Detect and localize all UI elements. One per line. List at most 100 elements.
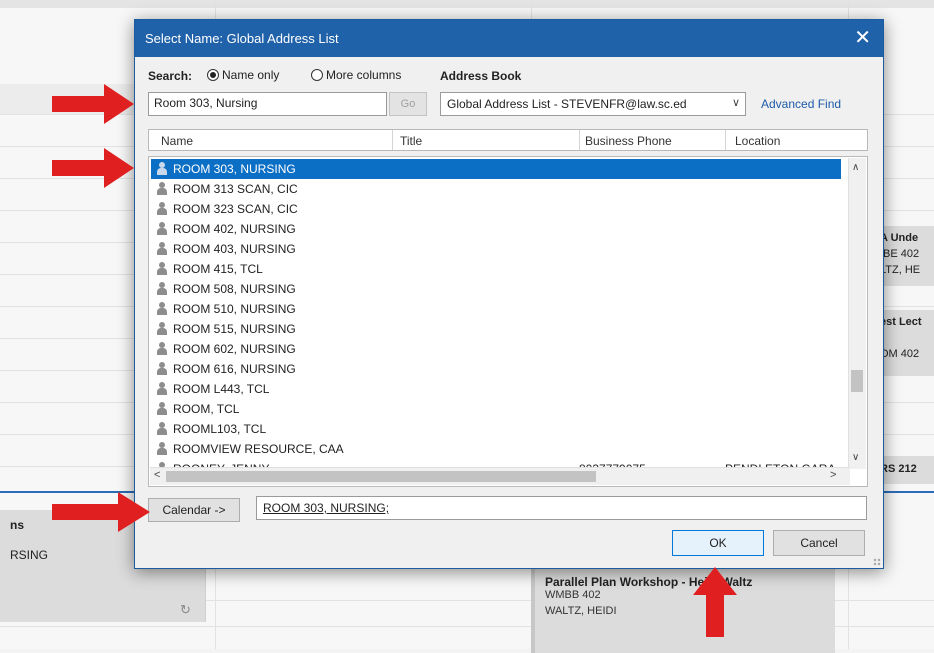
contact-name: ROOM 313 SCAN, CIC: [173, 182, 298, 196]
list-item[interactable]: ROOM 508, NURSING: [151, 279, 841, 299]
calendar-event-side-1[interactable]: A Unde IBE 402 LTZ, HE: [876, 226, 934, 286]
contact-name: ROOML103, TCL: [173, 422, 267, 436]
contact-icon: [157, 422, 167, 436]
column-separator[interactable]: [392, 130, 393, 150]
scroll-up-icon[interactable]: ∧: [852, 162, 859, 173]
column-header-title[interactable]: Title: [400, 134, 422, 148]
go-button[interactable]: Go: [389, 92, 427, 116]
contact-icon: [157, 182, 167, 196]
calendar-button[interactable]: Calendar ->: [148, 498, 240, 522]
event-title: ns: [10, 518, 25, 532]
contact-icon: [157, 282, 167, 296]
radio-more-columns[interactable]: More columns: [311, 68, 401, 82]
cancel-button[interactable]: Cancel: [773, 530, 865, 556]
scroll-thumb[interactable]: [851, 370, 863, 392]
list-item[interactable]: ROOMVIEW RESOURCE, CAA: [151, 439, 841, 459]
search-input[interactable]: Room 303, Nursing: [148, 92, 387, 116]
list-item[interactable]: ROOM 510, NURSING: [151, 299, 841, 319]
search-label: Search:: [148, 69, 193, 83]
contact-name: ROOM 602, NURSING: [173, 342, 296, 356]
ok-button[interactable]: OK: [672, 530, 764, 556]
address-book-label: Address Book: [440, 69, 522, 83]
contact-icon: [157, 322, 167, 336]
address-list: ROOM 303, NURSING ROOM 313 SCAN, CIC ROO…: [148, 156, 868, 487]
calendar-recipients-field[interactable]: ROOM 303, NURSING;: [256, 496, 867, 520]
event-text: IBE 402: [880, 248, 920, 260]
contact-name: ROOM 415, TCL: [173, 262, 263, 276]
event-text: RS 212: [880, 463, 917, 475]
annotation-arrow-right-icon: [52, 148, 134, 188]
list-item[interactable]: ROOM 402, NURSING: [151, 219, 841, 239]
column-header-phone[interactable]: Business Phone: [585, 134, 672, 148]
list-item[interactable]: ROOM 313 SCAN, CIC: [151, 179, 841, 199]
radio-selected-icon: [207, 69, 219, 81]
contact-icon: [157, 382, 167, 396]
event-person: WALTZ, HEIDI: [545, 605, 617, 617]
calendar-recipient: ROOM 303, NURSING;: [263, 501, 390, 515]
contact-name: ROOM 403, NURSING: [173, 242, 296, 256]
scroll-right-icon[interactable]: >: [830, 469, 836, 481]
event-subtitle: RSING: [10, 548, 49, 562]
list-item[interactable]: ROOML103, TCL: [151, 419, 841, 439]
column-header-name[interactable]: Name: [161, 134, 193, 148]
calendar-event-workshop[interactable]: Parallel Plan Workshop - Heidi Waltz WMB…: [531, 563, 835, 653]
contact-name: ROOM L443, TCL: [173, 382, 270, 396]
vertical-scrollbar[interactable]: ∧ ∨: [848, 158, 866, 469]
contact-icon: [157, 162, 167, 176]
list-item[interactable]: ROOM 616, NURSING: [151, 359, 841, 379]
list-item[interactable]: ROOM 303, NURSING: [151, 159, 841, 179]
list-item[interactable]: ROOM 602, NURSING: [151, 339, 841, 359]
scroll-left-icon[interactable]: <: [154, 469, 160, 481]
calendar-event-side-2[interactable]: est Lect OM 402: [876, 310, 934, 376]
contact-name: ROOM 515, NURSING: [173, 322, 296, 336]
event-text: OM 402: [880, 348, 920, 360]
contact-icon: [157, 442, 167, 456]
contact-icon: [157, 342, 167, 356]
contact-icon: [157, 222, 167, 236]
list-item[interactable]: ROOM 323 SCAN, CIC: [151, 199, 841, 219]
dialog-titlebar[interactable]: Select Name: Global Address List ✕: [135, 20, 883, 57]
contact-name: ROOM 303, NURSING: [173, 162, 296, 176]
scroll-thumb-horizontal[interactable]: [166, 471, 596, 482]
radio-label: Name only: [222, 68, 280, 82]
list-item[interactable]: ROOM 403, NURSING: [151, 239, 841, 259]
contact-icon: [157, 242, 167, 256]
dialog-title: Select Name: Global Address List: [145, 31, 339, 46]
address-book-value: Global Address List - STEVENFR@law.sc.ed: [447, 97, 687, 111]
list-item[interactable]: ROOM, TCL: [151, 399, 841, 419]
event-room: WMBB 402: [545, 589, 601, 601]
advanced-find-link[interactable]: Advanced Find: [761, 97, 841, 111]
contact-name: ROOM 508, NURSING: [173, 282, 296, 296]
recurring-icon: ↻: [180, 602, 191, 617]
annotation-arrow-right-icon: [52, 84, 134, 124]
list-item[interactable]: ROOM 415, TCL: [151, 259, 841, 279]
radio-name-only[interactable]: Name only: [207, 68, 279, 82]
contact-name: ROOM 402, NURSING: [173, 222, 296, 236]
annotation-arrow-right-icon: [52, 492, 150, 532]
event-text: LTZ, HE: [880, 264, 921, 276]
list-item[interactable]: ROOM 515, NURSING: [151, 319, 841, 339]
resize-grip-icon[interactable]: [873, 558, 881, 566]
contact-name: ROOM 510, NURSING: [173, 302, 296, 316]
scroll-down-icon[interactable]: ∨: [852, 452, 859, 463]
list-item[interactable]: ROOM L443, TCL: [151, 379, 841, 399]
contact-name: ROOM 323 SCAN, CIC: [173, 202, 298, 216]
column-separator[interactable]: [725, 130, 726, 150]
contact-name: ROOM 616, NURSING: [173, 362, 296, 376]
column-separator[interactable]: [579, 130, 580, 150]
chevron-down-icon: ∨: [731, 97, 740, 109]
address-book-select[interactable]: Global Address List - STEVENFR@law.sc.ed…: [440, 92, 746, 116]
event-text: A Unde: [880, 232, 919, 244]
horizontal-scrollbar[interactable]: < >: [150, 467, 850, 485]
calendar-top-strip: [0, 0, 934, 8]
contact-icon: [157, 402, 167, 416]
calendar-event-side-3[interactable]: RS 212: [876, 456, 934, 484]
annotation-arrow-up-icon: [693, 567, 737, 637]
event-text: est Lect: [880, 316, 922, 328]
column-header-location[interactable]: Location: [735, 134, 780, 148]
contact-icon: [157, 302, 167, 316]
contact-name: ROOM, TCL: [173, 402, 240, 416]
list-header: Name Title Business Phone Location: [148, 129, 868, 151]
close-icon[interactable]: ✕: [854, 26, 871, 50]
radio-unselected-icon: [311, 69, 323, 81]
